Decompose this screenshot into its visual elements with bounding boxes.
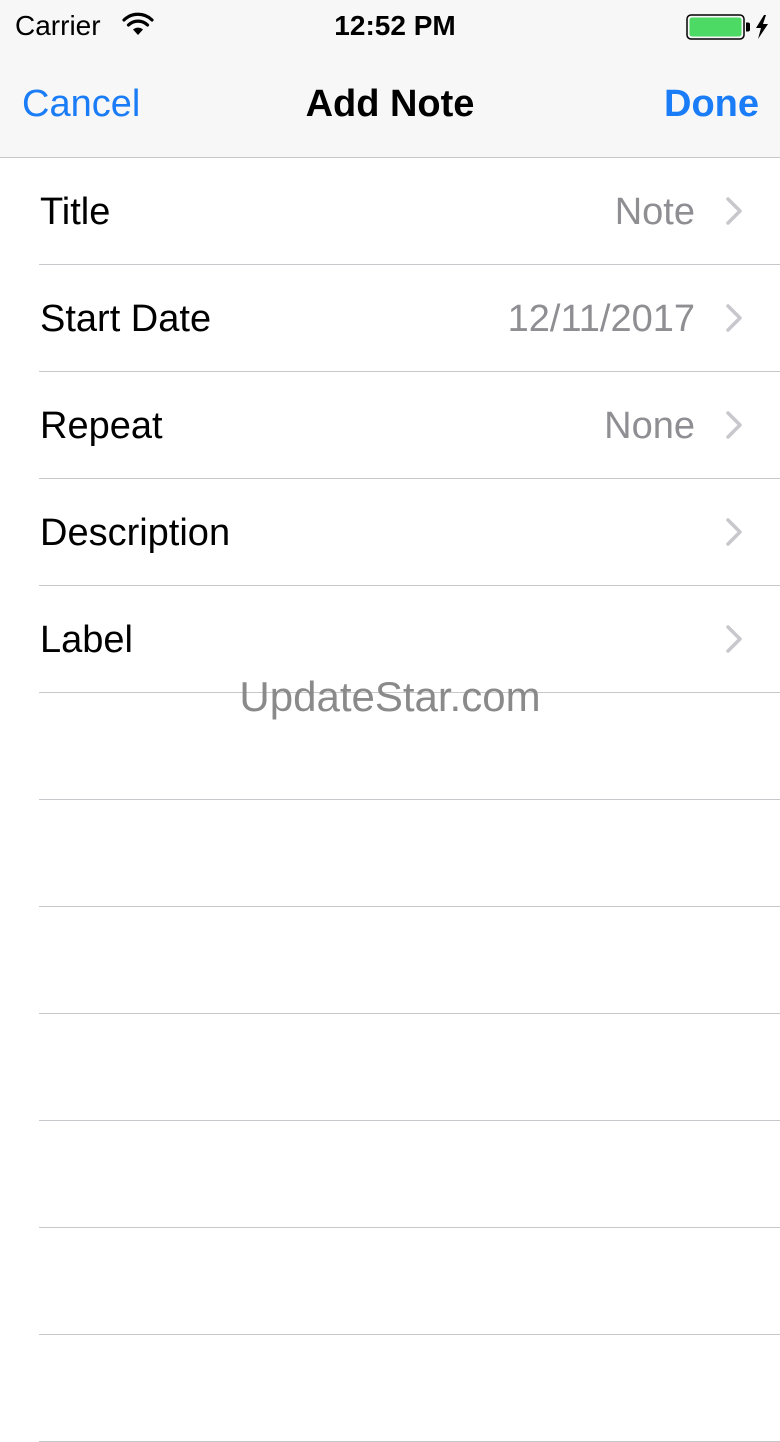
empty-row <box>39 800 780 907</box>
row-value: Note <box>614 191 695 233</box>
note-form-list: Title Note Start Date 12/11/2017 Repeat … <box>0 158 780 1442</box>
empty-row <box>39 1014 780 1121</box>
chevron-right-icon <box>725 517 743 552</box>
done-button[interactable]: Done <box>664 82 759 126</box>
chevron-right-icon <box>725 303 743 338</box>
empty-row <box>39 1121 780 1228</box>
row-label: Repeat <box>40 405 163 447</box>
row-value: None <box>604 405 695 447</box>
row-repeat[interactable]: Repeat None <box>39 372 780 479</box>
page-title: Add Note <box>305 83 475 125</box>
battery-charging-icon <box>686 14 770 45</box>
row-label: Title <box>40 191 111 233</box>
navigation-bar: Cancel Add Note Done <box>0 52 780 158</box>
watermark: UpdateStar.com <box>239 673 541 720</box>
row-label: Description <box>40 512 231 554</box>
chevron-right-icon <box>725 196 743 231</box>
empty-row <box>39 1228 780 1335</box>
row-value: 12/11/2017 <box>507 298 695 340</box>
row-label: Label <box>40 619 133 661</box>
empty-row <box>39 1335 780 1442</box>
status-bar: Carrier 12:52 PM <box>0 0 780 52</box>
row-title[interactable]: Title Note <box>39 158 780 265</box>
chevron-right-icon <box>725 410 743 445</box>
row-start-date[interactable]: Start Date 12/11/2017 <box>39 265 780 372</box>
chevron-right-icon <box>725 624 743 659</box>
row-description[interactable]: Description <box>39 479 780 586</box>
status-time: 12:52 PM <box>334 10 456 41</box>
row-label: Start Date <box>40 298 212 340</box>
empty-row <box>39 907 780 1014</box>
